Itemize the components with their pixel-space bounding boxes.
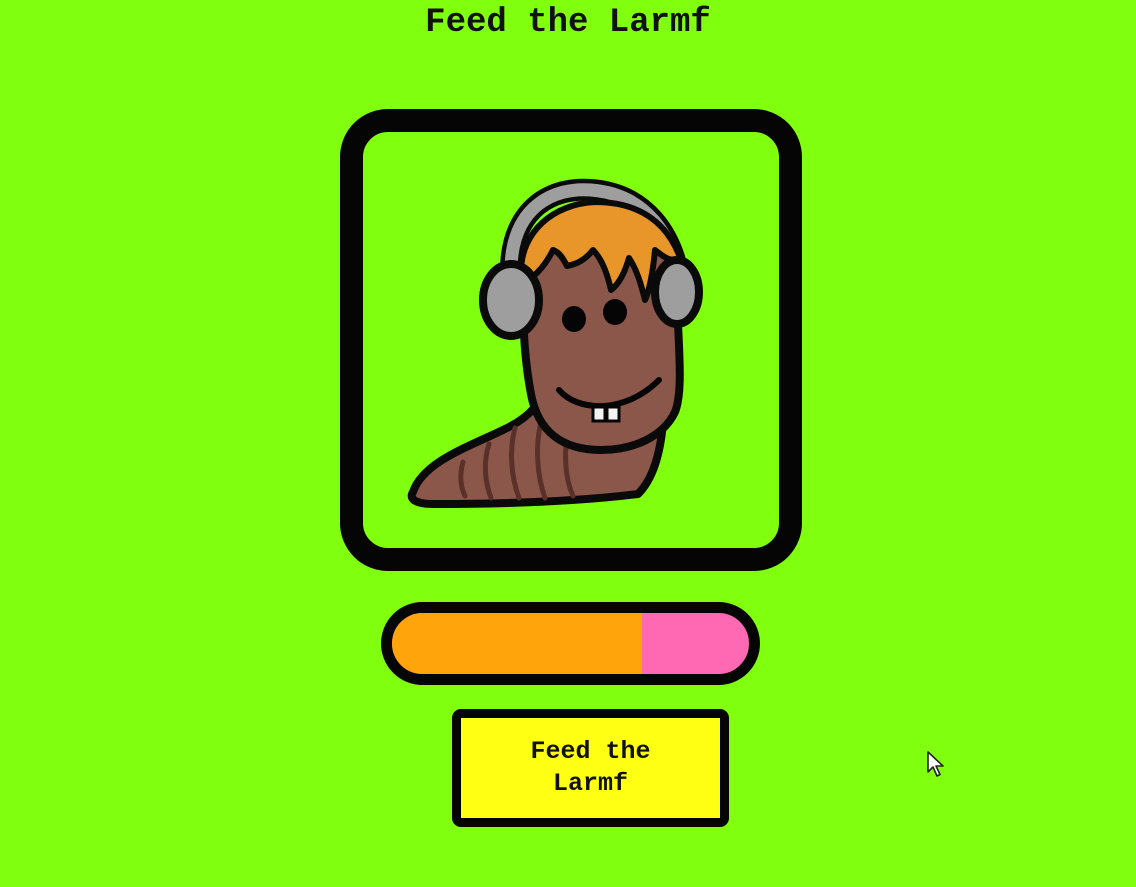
feed-button-label: Feed the Larmf	[530, 737, 651, 798]
mouse-pointer-icon	[927, 751, 944, 777]
larmf-worm-with-headphones-icon[interactable]	[363, 132, 779, 548]
hunger-meter	[381, 602, 760, 685]
larmf-portrait-frame	[340, 109, 802, 571]
page-title: Feed the Larmf	[425, 4, 711, 42]
hunger-meter-fill	[392, 613, 642, 674]
feed-button[interactable]: Feed the Larmf	[452, 709, 729, 827]
